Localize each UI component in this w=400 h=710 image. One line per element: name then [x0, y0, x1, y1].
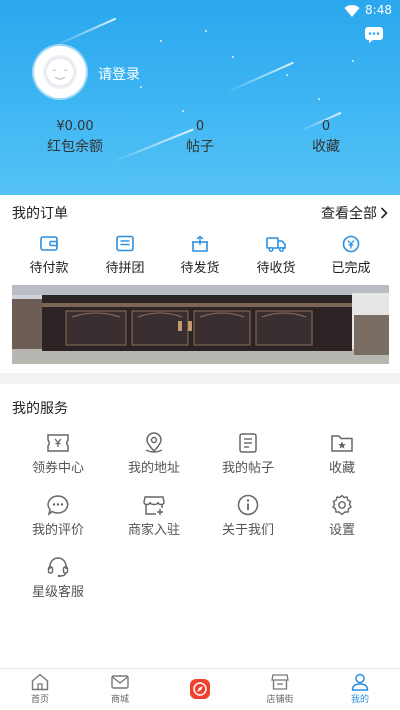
- decorative-star: [205, 30, 207, 32]
- decorative-star: [140, 86, 142, 88]
- order-pending-payment-label: 待付款: [29, 261, 69, 276]
- service-about-us-label: 关于我们: [221, 523, 274, 538]
- service-favorites-label: 收藏: [328, 461, 355, 476]
- coupon-icon: [47, 434, 69, 452]
- package-icon: [192, 235, 208, 252]
- order-pending-shipment[interactable]: 待发货: [162, 235, 238, 276]
- orders-title: 我的订单: [12, 206, 68, 222]
- see-all-label: 查看全部: [321, 206, 377, 222]
- order-pending-payment[interactable]: 待付款: [11, 235, 87, 276]
- compass-icon: [190, 679, 210, 699]
- order-completed[interactable]: 已完成: [313, 235, 389, 276]
- favorites-count-label: 收藏: [312, 139, 340, 155]
- profile-header: 8:48 请登录 ¥0.00 红包余额 0 帖子 0 收藏: [0, 0, 400, 195]
- store-plus-icon: [143, 496, 165, 515]
- nav-shop-street[interactable]: 店铺街: [250, 673, 310, 705]
- nav-home-label: 首页: [30, 695, 49, 705]
- posts-icon: [239, 433, 257, 453]
- gear-icon: [332, 494, 352, 516]
- service-coupon-center[interactable]: 领券中心: [10, 432, 106, 476]
- nav-shop-street-label: 店铺街: [266, 695, 294, 705]
- headset-icon: [47, 557, 69, 578]
- see-all-orders-link[interactable]: 查看全部: [321, 203, 388, 223]
- nav-mall-label: 商城: [110, 695, 129, 705]
- decorative-streak: [224, 61, 294, 94]
- decorative-star: [318, 98, 320, 100]
- service-settings[interactable]: 设置: [294, 494, 390, 538]
- service-settings-label: 设置: [328, 523, 355, 538]
- nav-mall[interactable]: 商城: [90, 673, 150, 705]
- service-coupon-center-label: 领券中心: [31, 461, 84, 476]
- favorites-count-value: 0: [321, 119, 331, 134]
- default-avatar-icon: [43, 55, 77, 89]
- service-my-reviews-label: 我的评价: [31, 523, 84, 538]
- service-merchant-join[interactable]: 商家入驻: [106, 494, 202, 538]
- service-favorites[interactable]: 收藏: [294, 432, 390, 476]
- favorites-count[interactable]: 0 收藏: [296, 118, 356, 158]
- service-my-reviews[interactable]: 我的评价: [10, 494, 106, 538]
- service-merchant-join-label: 商家入驻: [127, 523, 180, 538]
- service-my-address[interactable]: 我的地址: [106, 432, 202, 476]
- mail-icon: [111, 675, 129, 689]
- red-packet-balance-label: 红包余额: [47, 139, 103, 155]
- service-star-support-label: 星级客服: [31, 585, 84, 600]
- comment-icon: [47, 495, 69, 516]
- promo-banner[interactable]: [12, 285, 389, 364]
- banner-gate-image: [12, 285, 389, 364]
- yen-check-icon: [342, 235, 360, 253]
- message-icon[interactable]: [364, 26, 384, 44]
- posts-count-value: 0: [195, 119, 205, 134]
- order-status-row: 待付款 待拼团 待发货 待收货 已完成: [0, 235, 400, 279]
- nav-mine[interactable]: 我的: [330, 673, 390, 705]
- service-star-support[interactable]: 星级客服: [10, 556, 106, 600]
- group-list-icon: [116, 235, 134, 252]
- info-icon: [237, 494, 259, 516]
- wallet-icon: [40, 236, 58, 251]
- order-pending-receipt[interactable]: 待收货: [238, 235, 314, 276]
- red-packet-balance-value: ¥0.00: [56, 119, 94, 134]
- nav-discover[interactable]: [170, 678, 230, 701]
- order-pending-receipt-label: 待收货: [256, 261, 296, 276]
- status-time: 8:48: [365, 3, 392, 17]
- location-icon: [145, 432, 163, 453]
- chevron-right-icon: [380, 207, 388, 219]
- services-title: 我的服务: [12, 401, 68, 417]
- status-bar: 8:48: [0, 0, 400, 22]
- shop-icon: [271, 674, 289, 690]
- bottom-nav: 首页 商城 店铺街 我的: [0, 668, 400, 710]
- folder-star-icon: [331, 435, 353, 452]
- login-link[interactable]: 请登录: [98, 64, 140, 84]
- service-my-posts-label: 我的帖子: [221, 461, 274, 476]
- wifi-icon: [344, 5, 360, 18]
- red-packet-balance[interactable]: ¥0.00 红包余额: [38, 118, 112, 158]
- decorative-streak: [51, 17, 117, 48]
- truck-icon: [266, 237, 286, 252]
- decorative-star: [352, 60, 354, 62]
- services-section: 我的服务 领券中心 我的地址 我的帖子 收藏 我的评价 商家入驻 关于我们 设置…: [0, 384, 400, 668]
- order-pending-shipment-label: 待发货: [180, 261, 220, 276]
- order-pending-group-label: 待拼团: [105, 261, 145, 276]
- decorative-star: [182, 110, 184, 112]
- avatar[interactable]: [34, 46, 86, 98]
- posts-count-label: 帖子: [186, 139, 214, 155]
- order-completed-label: 已完成: [331, 261, 371, 276]
- service-my-posts[interactable]: 我的帖子: [200, 432, 296, 476]
- decorative-star: [232, 56, 234, 58]
- decorative-star: [160, 40, 162, 42]
- home-icon: [31, 673, 49, 691]
- service-about-us[interactable]: 关于我们: [200, 494, 296, 538]
- posts-count[interactable]: 0 帖子: [170, 118, 230, 158]
- order-pending-group[interactable]: 待拼团: [87, 235, 163, 276]
- user-icon: [351, 673, 369, 691]
- decorative-star: [286, 74, 288, 76]
- service-my-address-label: 我的地址: [127, 461, 180, 476]
- orders-section: 我的订单 查看全部 待付款 待拼团 待发货 待收货 已完成: [0, 195, 400, 373]
- nav-mine-label: 我的: [350, 695, 369, 705]
- nav-home[interactable]: 首页: [10, 673, 70, 705]
